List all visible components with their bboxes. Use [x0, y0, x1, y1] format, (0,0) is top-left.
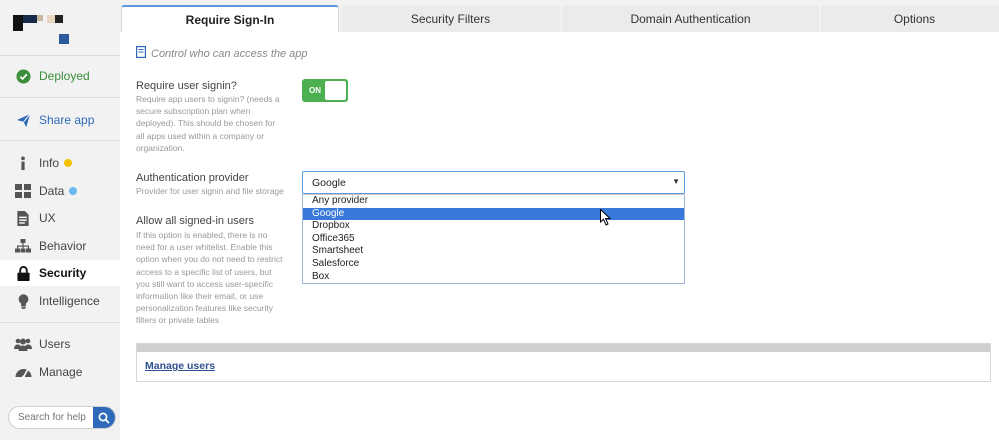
check-circle-icon: [14, 68, 32, 84]
paper-plane-icon: [14, 112, 32, 128]
sitemap-icon: [14, 238, 32, 254]
sidebar-item-label: Info: [39, 156, 60, 170]
dropdown-arrow-icon: ▼: [672, 177, 680, 186]
sidebar-item-ux[interactable]: UX: [0, 205, 120, 231]
users-icon: [14, 336, 32, 352]
sidebar-item-info[interactable]: Info: [0, 150, 120, 176]
auth-provider-dropdown-list: Any provider Google Dropbox Office365 Sm…: [302, 194, 685, 284]
deployed-status[interactable]: Deployed: [0, 63, 120, 89]
book-icon: [136, 46, 147, 61]
option-salesforce[interactable]: Salesforce: [303, 258, 684, 271]
toggle-knob: [325, 81, 346, 100]
tab-bar: Require Sign-In Security Filters Domain …: [120, 0, 999, 32]
auth-provider-description: Provider for user signin and file storag…: [136, 186, 284, 196]
dashboard-gauge-icon: [14, 364, 32, 380]
section-hint: Control who can access the app: [136, 46, 308, 61]
toggle-state-label: ON: [309, 86, 321, 95]
table-icon: [14, 183, 32, 199]
require-signin-description: Require app users to signin? (needs a se…: [136, 94, 280, 153]
share-app-button[interactable]: Share app: [0, 107, 120, 133]
allow-all-users-title: Allow all signed-in users: [136, 215, 254, 227]
sidebar-item-label: Manage: [39, 365, 83, 379]
require-signin-toggle[interactable]: ON: [302, 79, 348, 102]
option-office365[interactable]: Office365: [303, 233, 684, 246]
share-app-label: Share app: [39, 113, 95, 127]
app-logo[interactable]: [13, 15, 73, 45]
info-status-dot: [64, 159, 73, 167]
require-signin-title: Require user signin?: [136, 80, 237, 92]
tab-require-sign-in[interactable]: Require Sign-In: [121, 5, 339, 32]
option-any-provider[interactable]: Any provider: [303, 195, 684, 208]
sidebar: Deployed Share app Info Data UX Behavior: [0, 0, 120, 440]
option-smartsheet[interactable]: Smartsheet: [303, 245, 684, 258]
sidebar-item-label: UX: [39, 211, 56, 225]
help-search: [8, 406, 116, 429]
tab-domain-authentication[interactable]: Domain Authentication: [562, 5, 819, 32]
sidebar-item-users[interactable]: Users: [0, 331, 120, 357]
help-search-button[interactable]: [93, 407, 115, 428]
sidebar-item-security[interactable]: Security: [0, 260, 120, 286]
panel-header-bar: [137, 344, 990, 352]
sidebar-item-intelligence[interactable]: Intelligence: [0, 288, 120, 314]
sidebar-item-behavior[interactable]: Behavior: [0, 233, 120, 259]
auth-provider-selected-value: Google: [312, 176, 346, 189]
manage-users-link[interactable]: Manage users: [145, 360, 215, 372]
data-status-dot: [69, 187, 78, 195]
search-icon: [98, 412, 110, 424]
sidebar-item-label: Users: [39, 337, 71, 351]
auth-provider-select[interactable]: Google ▼: [302, 171, 685, 194]
sidebar-item-label: Security: [39, 266, 87, 280]
sidebar-item-label: Intelligence: [39, 294, 100, 308]
info-icon: [14, 155, 32, 171]
allow-all-users-description: If this option is enabled, there is no n…: [136, 230, 283, 326]
document-icon: [14, 210, 32, 226]
help-search-input[interactable]: [9, 412, 93, 423]
mouse-cursor-icon: [600, 208, 612, 231]
tab-options[interactable]: Options: [821, 5, 999, 32]
section-hint-text: Control who can access the app: [151, 47, 308, 60]
sidebar-item-manage[interactable]: Manage: [0, 359, 120, 385]
sidebar-item-label: Behavior: [39, 239, 87, 253]
option-dropbox[interactable]: Dropbox: [303, 220, 684, 233]
tab-security-filters[interactable]: Security Filters: [341, 5, 560, 32]
lightbulb-icon: [14, 293, 32, 309]
manage-users-panel: Manage users: [136, 343, 991, 382]
deployed-label: Deployed: [39, 69, 90, 83]
auth-provider-title: Authentication provider: [136, 172, 249, 184]
lock-icon: [14, 265, 32, 281]
sidebar-item-label: Data: [39, 184, 65, 198]
option-google[interactable]: Google: [303, 207, 684, 221]
option-box[interactable]: Box: [303, 271, 684, 284]
sidebar-item-data[interactable]: Data: [0, 178, 120, 204]
